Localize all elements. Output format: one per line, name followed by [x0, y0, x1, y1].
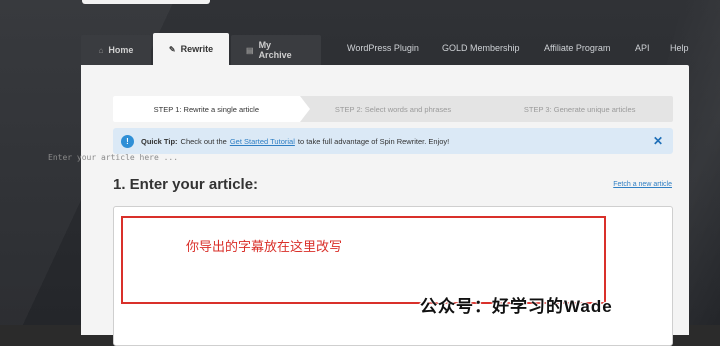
nav-link-affiliate-program[interactable]: Affiliate Program	[544, 43, 610, 53]
step-1[interactable]: STEP 1: Rewrite a single article	[113, 96, 310, 122]
tab-rewrite[interactable]: ✎ Rewrite	[153, 33, 229, 65]
annotation-box	[121, 216, 606, 304]
quick-tip: ! Quick Tip: Check out the Get Started T…	[113, 128, 673, 154]
lightbulb-icon: !	[121, 134, 134, 148]
tip-text-after: to take full advantage of Spin Rewriter.…	[297, 136, 450, 146]
main-nav: ⌂ Home ✎ Rewrite ▤ My Archive	[81, 33, 323, 65]
article-input-placeholder: Enter your article here ...	[48, 153, 179, 162]
nav-link-gold-membership[interactable]: GOLD Membership	[442, 43, 520, 53]
nav-link-wordpress-plugin[interactable]: WordPress Plugin	[347, 43, 419, 53]
watermark: 公众号：好学习的Wade	[420, 297, 613, 316]
tab-my-archive-label: My Archive	[258, 40, 292, 60]
logo-strip	[82, 0, 210, 4]
close-icon[interactable]: ✕	[653, 134, 663, 148]
nav-link-help[interactable]: Help	[670, 43, 689, 53]
pencil-icon: ✎	[168, 44, 176, 54]
tip-title: Quick Tip:	[141, 136, 178, 146]
fetch-article-link[interactable]: Fetch a new article	[613, 181, 672, 188]
get-started-tutorial-link[interactable]: Get Started Tutorial	[230, 137, 295, 146]
step-3[interactable]: STEP 3: Generate unique articles	[486, 96, 673, 122]
tip-text-before: Check out the	[180, 136, 227, 146]
archive-icon: ▤	[246, 45, 254, 55]
tab-home[interactable]: ⌂ Home	[81, 35, 151, 65]
step-2[interactable]: STEP 2: Select words and phrases	[300, 96, 487, 122]
tab-rewrite-label: Rewrite	[180, 44, 214, 54]
tab-my-archive[interactable]: ▤ My Archive	[231, 35, 321, 65]
home-icon: ⌂	[98, 45, 104, 55]
steps-bar: STEP 1: Rewrite a single article STEP 2:…	[113, 96, 673, 122]
article-heading: 1. Enter your article:	[113, 176, 259, 193]
nav-link-api[interactable]: API	[635, 43, 650, 53]
tab-home-label: Home	[108, 45, 134, 55]
annotation-text: 你导出的字幕放在这里改写	[186, 239, 343, 254]
